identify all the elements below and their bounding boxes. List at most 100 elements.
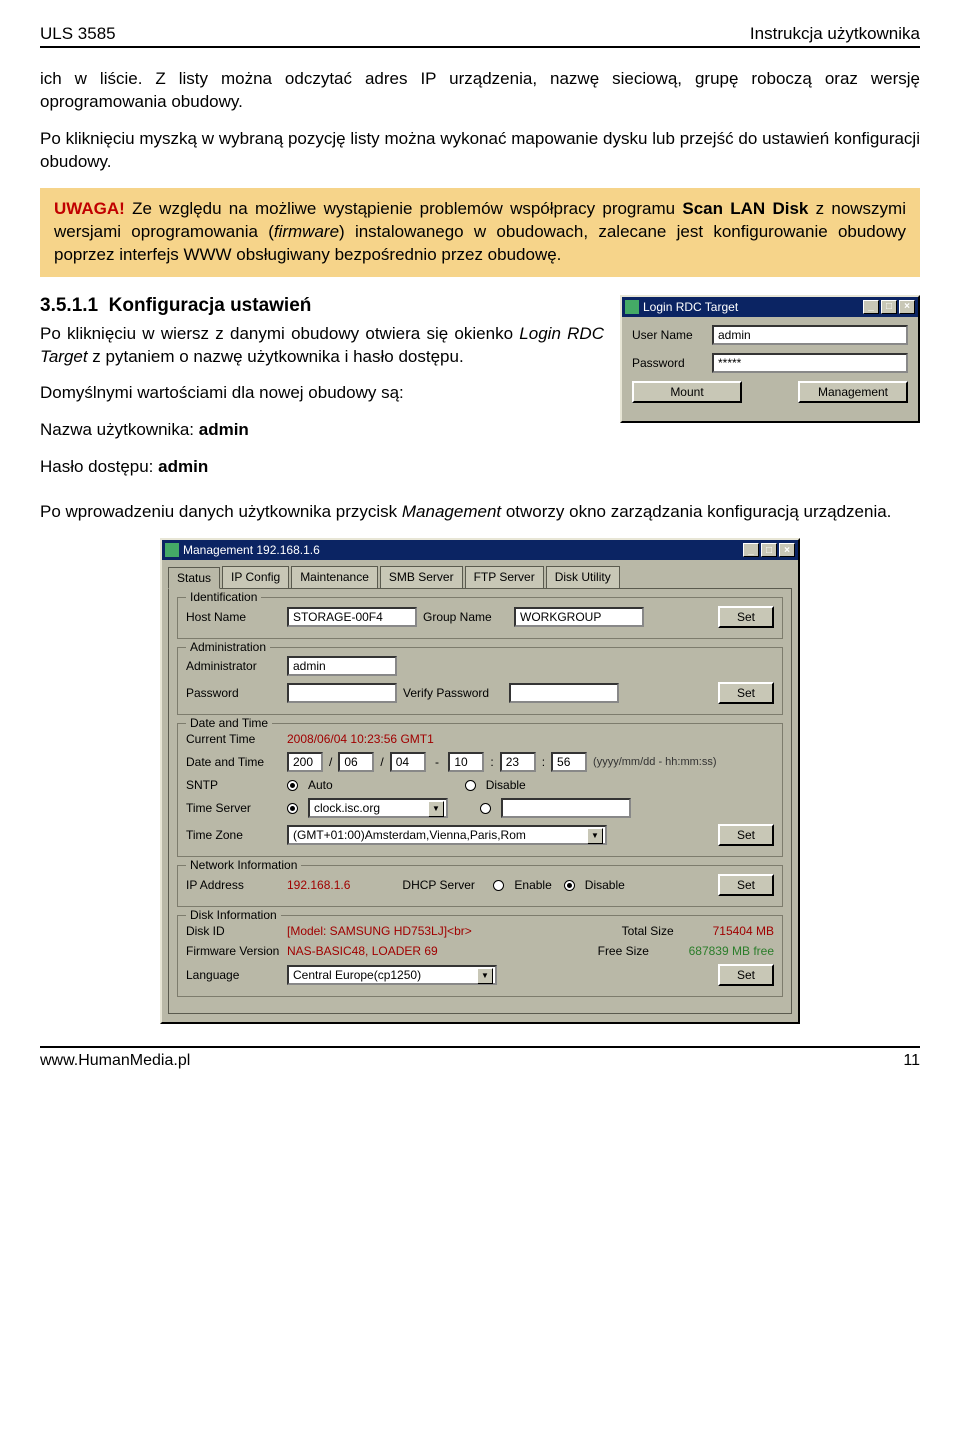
language-select[interactable]: Central Europe(cp1250) (287, 965, 497, 985)
password-input[interactable] (287, 683, 397, 703)
window-titlebar[interactable]: Management 192.168.1.6 _ □ × (162, 540, 798, 560)
tab-maintenance[interactable]: Maintenance (291, 566, 378, 588)
day-input[interactable]: 04 (390, 752, 426, 772)
maximize-button[interactable]: □ (761, 543, 777, 557)
hour-input[interactable]: 10 (448, 752, 484, 772)
firmware-version-label: Firmware Version (186, 944, 281, 958)
firmware-term: firmware (274, 222, 339, 241)
login-window: Login RDC Target _ □ × User Name admin P… (620, 295, 920, 423)
datetime-label: Date and Time (186, 755, 281, 769)
firmware-version-value: NAS-BASIC48, LOADER 69 (287, 944, 592, 958)
time-server-label: Time Server (186, 801, 281, 815)
disk-id-label: Disk ID (186, 924, 281, 938)
sntp-auto-radio[interactable] (287, 780, 298, 791)
page-footer: www.HumanMedia.pl 11 (40, 1046, 920, 1070)
paragraph: Po wprowadzeniu danych użytkownika przyc… (40, 501, 920, 524)
tab-diskutil[interactable]: Disk Utility (546, 566, 620, 588)
time-server-custom-input[interactable] (501, 798, 631, 818)
maximize-button[interactable]: □ (881, 300, 897, 314)
sntp-disable-radio[interactable] (465, 780, 476, 791)
window-titlebar[interactable]: Login RDC Target _ □ × (622, 297, 918, 317)
free-size-label: Free Size (598, 944, 683, 958)
set-button[interactable]: Set (718, 964, 774, 986)
administrator-label: Administrator (186, 659, 281, 673)
close-button[interactable]: × (899, 300, 915, 314)
tab-ftp[interactable]: FTP Server (465, 566, 544, 588)
group-identification: Identification Host Name STORAGE-00F4 Gr… (177, 597, 783, 639)
tab-smb[interactable]: SMB Server (380, 566, 463, 588)
total-size-label: Total Size (622, 924, 707, 938)
password-input[interactable]: ***** (712, 353, 908, 373)
free-size-value: 687839 MB free (689, 944, 774, 958)
minimize-button[interactable]: _ (743, 543, 759, 557)
tab-ipconfig[interactable]: IP Config (222, 566, 289, 588)
section-heading: 3.5.1.1 Konfiguracja ustawień (40, 295, 604, 317)
window-icon (625, 300, 639, 314)
minute-input[interactable]: 23 (500, 752, 536, 772)
tab-status[interactable]: Status (168, 567, 220, 589)
date-format-hint: (yyyy/mm/dd - hh:mm:ss) (593, 756, 716, 768)
window-title: Login RDC Target (643, 300, 861, 314)
dhcp-server-label: DHCP Server (402, 878, 487, 892)
set-button[interactable]: Set (718, 682, 774, 704)
language-label: Language (186, 968, 281, 982)
paragraph: Nazwa użytkownika: admin (40, 419, 604, 442)
dhcp-disable-radio[interactable] (564, 880, 575, 891)
group-name-label: Group Name (423, 610, 508, 624)
second-input[interactable]: 56 (551, 752, 587, 772)
page-header: ULS 3585 Instrukcja użytkownika (40, 24, 920, 48)
paragraph: Po kliknięciu myszką w wybraną pozycję l… (40, 128, 920, 174)
ip-address-label: IP Address (186, 878, 281, 892)
warning-label: UWAGA! (54, 199, 125, 218)
window-title: Management 192.168.1.6 (183, 543, 741, 557)
group-administration: Administration Administrator admin Passw… (177, 647, 783, 715)
group-disk: Disk Information Disk ID [Model: SAMSUNG… (177, 915, 783, 997)
month-input[interactable]: 06 (338, 752, 374, 772)
minimize-button[interactable]: _ (863, 300, 879, 314)
tab-panel-status: Identification Host Name STORAGE-00F4 Gr… (168, 588, 792, 1014)
page-number: 11 (903, 1052, 920, 1070)
warning-box: UWAGA! Ze względu na możliwe wystąpienie… (40, 188, 920, 277)
username-input[interactable]: admin (712, 325, 908, 345)
mount-button[interactable]: Mount (632, 381, 742, 403)
time-server-select[interactable]: clock.isc.org (308, 798, 448, 818)
paragraph: Domyślnymi wartościami dla nowej obudowy… (40, 382, 604, 405)
year-input[interactable]: 200 (287, 752, 323, 772)
management-button[interactable]: Management (798, 381, 908, 403)
verify-password-label: Verify Password (403, 686, 503, 700)
group-network: Network Information IP Address 192.168.1… (177, 865, 783, 907)
ip-address-value: 192.168.1.6 (287, 878, 350, 892)
tab-bar: Status IP Config Maintenance SMB Server … (162, 560, 798, 588)
window-icon (165, 543, 179, 557)
current-time-value: 2008/06/04 10:23:56 GMT1 (287, 732, 434, 746)
verify-password-input[interactable] (509, 683, 619, 703)
set-button[interactable]: Set (718, 874, 774, 896)
total-size-value: 715404 MB (713, 924, 774, 938)
set-button[interactable]: Set (718, 824, 774, 846)
doc-code: ULS 3585 (40, 24, 116, 44)
paragraph: ich w liście. Z listy można odczytać adr… (40, 68, 920, 114)
time-server-radio[interactable] (287, 803, 298, 814)
group-name-input[interactable]: WORKGROUP (514, 607, 644, 627)
set-button[interactable]: Set (718, 606, 774, 628)
paragraph: Hasło dostępu: admin (40, 456, 604, 479)
sntp-label: SNTP (186, 778, 281, 792)
paragraph: Po kliknięciu w wiersz z danymi obudowy … (40, 323, 604, 369)
time-server-custom-radio[interactable] (480, 803, 491, 814)
close-button[interactable]: × (779, 543, 795, 557)
host-name-input[interactable]: STORAGE-00F4 (287, 607, 417, 627)
management-window: Management 192.168.1.6 _ □ × Status IP C… (160, 538, 800, 1024)
administrator-input[interactable]: admin (287, 656, 397, 676)
password-label: Password (632, 356, 712, 370)
doc-title: Instrukcja użytkownika (750, 24, 920, 44)
host-name-label: Host Name (186, 610, 281, 624)
password-label: Password (186, 686, 281, 700)
disk-id-value: [Model: SAMSUNG HD753LJ]<br> (287, 924, 616, 938)
group-datetime: Date and Time Current Time 2008/06/04 10… (177, 723, 783, 857)
username-label: User Name (632, 328, 712, 342)
dhcp-enable-radio[interactable] (493, 880, 504, 891)
current-time-label: Current Time (186, 732, 281, 746)
timezone-label: Time Zone (186, 828, 281, 842)
timezone-select[interactable]: (GMT+01:00)Amsterdam,Vienna,Paris,Rom (287, 825, 607, 845)
program-name: Scan LAN Disk (682, 199, 808, 218)
